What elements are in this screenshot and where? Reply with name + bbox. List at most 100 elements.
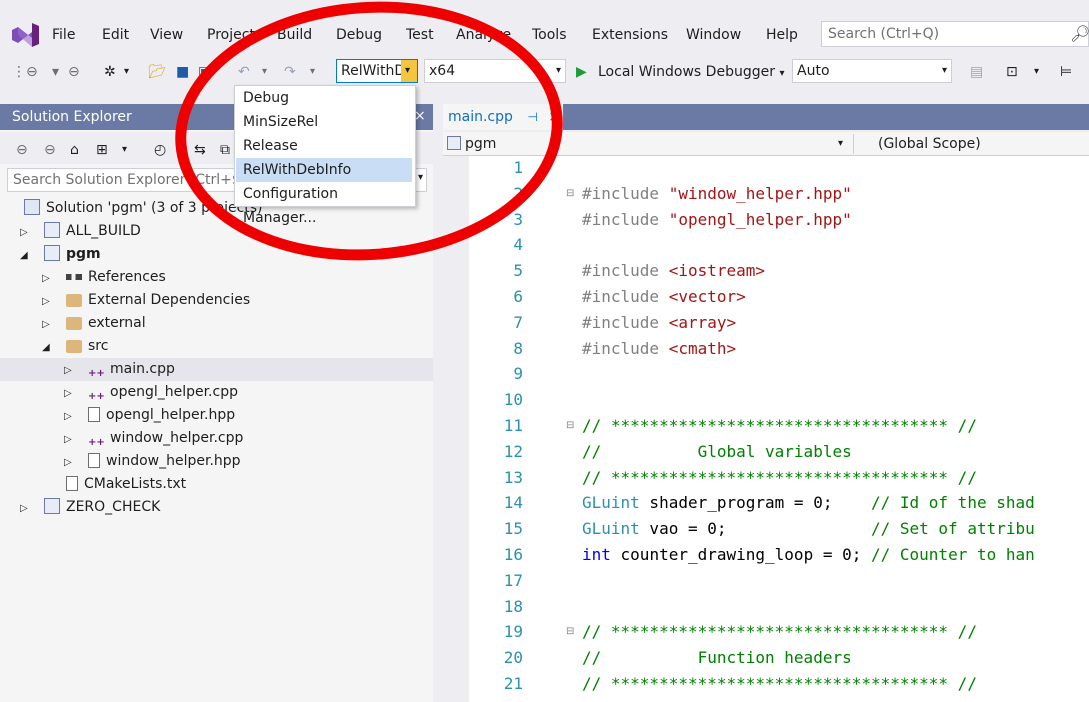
tree-item[interactable]: ◢ src <box>42 335 108 358</box>
back-dropdown-icon[interactable]: ▾ <box>52 61 59 83</box>
tree-item[interactable]: ▷ window_helper.hpp <box>64 450 241 473</box>
menu-test[interactable]: Test <box>406 26 434 44</box>
find-in-files-icon[interactable]: ▤ <box>970 61 983 83</box>
tree-item[interactable]: ▷ External Dependencies <box>42 289 250 312</box>
scope-navigation-combo[interactable]: (Global Scope) <box>860 132 1089 156</box>
back-icon[interactable]: ⊖ <box>26 61 38 83</box>
menu-project[interactable]: Project <box>207 26 255 44</box>
fold-toggle-icon[interactable]: ⊟ <box>566 188 574 199</box>
pin-icon[interactable]: ⊣ <box>527 110 537 124</box>
tree-item[interactable]: ▷ external <box>42 312 146 335</box>
redo-dropdown-icon[interactable]: ▾ <box>310 61 315 83</box>
expanded-arrow-icon[interactable]: ◢ <box>20 244 34 267</box>
collapsed-arrow-icon[interactable]: ▷ <box>42 267 56 290</box>
line-number: 21 <box>503 674 523 693</box>
collapsed-arrow-icon[interactable]: ▷ <box>64 451 78 474</box>
collapsed-arrow-icon[interactable]: ▷ <box>42 313 56 336</box>
menu-edit[interactable]: Edit <box>102 26 129 44</box>
code-line: #include "window_helper.hpp" <box>582 183 852 203</box>
tree-item[interactable]: ▷ ALL_BUILD <box>20 220 141 243</box>
visual-studio-logo-icon <box>12 23 39 47</box>
menu-analyze[interactable]: Analyze <box>456 26 511 44</box>
dropdown-item-debug[interactable]: Debug <box>236 86 412 110</box>
dropdown-item-minsizerel[interactable]: MinSizeRel <box>236 110 412 134</box>
configuration-dropdown-button[interactable]: ▾ <box>401 60 417 82</box>
fold-toggle-icon[interactable]: ⊟ <box>566 420 574 431</box>
save-icon[interactable]: ■ <box>176 61 189 83</box>
close-icon[interactable]: × <box>548 109 560 125</box>
search-input[interactable]: Search (Ctrl+Q) <box>821 21 1089 47</box>
collapse-all-icon[interactable]: ⧉ <box>220 139 230 161</box>
collapsed-arrow-icon[interactable]: ▷ <box>64 405 78 428</box>
tree-item[interactable]: ▷ ZERO_CHECK <box>20 496 160 519</box>
back-icon[interactable]: ⊖ <box>16 139 28 161</box>
platform-combo[interactable]: x64 ▾ <box>424 59 566 83</box>
switch-views-icon[interactable]: ⊞ <box>96 139 108 161</box>
search-icon[interactable]: 🔎︎ <box>1070 24 1089 43</box>
tree-item[interactable]: ▷ ++ opengl_helper.cpp <box>64 381 238 404</box>
tree-item[interactable]: ◢ pgm <box>20 243 101 266</box>
debugger-button[interactable]: Local Windows Debugger ▾ <box>598 61 784 83</box>
menu-help[interactable]: Help <box>766 26 798 44</box>
project-navigation-combo[interactable]: pgm ▾ <box>443 132 853 156</box>
chevron-down-icon: ▾ <box>941 65 947 76</box>
menu-build[interactable]: Build <box>277 26 312 44</box>
menu-file[interactable]: File <box>52 26 75 44</box>
new-project-dropdown-icon[interactable]: ▾ <box>124 61 129 83</box>
undo-icon[interactable]: ↶ <box>238 61 250 83</box>
line-number: 2 <box>513 183 523 203</box>
collapsed-arrow-icon[interactable]: ▷ <box>42 290 56 313</box>
fold-toggle-icon[interactable]: ⊟ <box>566 626 574 637</box>
menu-window[interactable]: Window <box>686 26 741 44</box>
save-all-icon[interactable]: ▣ <box>198 61 211 83</box>
solution-icon <box>24 199 40 215</box>
code-line: int counter_drawing_loop = 0; // Counter… <box>582 545 1035 564</box>
nav-project-name: pgm <box>465 136 497 152</box>
tab-main-cpp[interactable]: main.cpp ⊣ × <box>443 104 563 130</box>
tree-item-label: ZERO_CHECK <box>66 499 161 515</box>
collapsed-arrow-icon[interactable]: ▷ <box>64 428 78 451</box>
tree-item[interactable]: ▷ References <box>42 266 166 289</box>
tree-item[interactable]: ▷ ++ main.cpp <box>64 358 175 381</box>
new-project-icon[interactable]: ✲ <box>104 61 116 83</box>
expanded-arrow-icon[interactable]: ◢ <box>42 336 56 359</box>
menu-debug[interactable]: Debug <box>336 26 382 44</box>
pending-changes-icon[interactable]: ◴ <box>154 139 166 161</box>
tree-item[interactable]: ▷ ++ window_helper.cpp <box>64 427 243 450</box>
collapsed-arrow-icon[interactable]: ▷ <box>20 497 34 520</box>
tree-item[interactable]: Solution 'pgm' (3 of 3 projects) <box>24 197 263 220</box>
project-icon <box>44 222 60 238</box>
folder-icon <box>66 317 82 330</box>
forward-icon[interactable]: ⊖ <box>68 61 80 83</box>
collapsed-arrow-icon[interactable]: ▷ <box>64 382 78 405</box>
auto-combo[interactable]: Auto ▾ <box>792 59 952 83</box>
align-icon[interactable]: ⊨ <box>1060 61 1072 83</box>
play-icon[interactable]: ▶ <box>576 61 587 83</box>
tree-item[interactable]: ▷ opengl_helper.hpp <box>64 404 235 427</box>
forward-icon[interactable]: ⊖ <box>44 139 56 161</box>
sync-icon[interactable]: ⇆ <box>194 139 206 161</box>
configuration-combo[interactable]: RelWithD ▾ <box>336 59 418 83</box>
menu-tools[interactable]: Tools <box>532 26 567 44</box>
open-folder-icon[interactable]: 📂︎ <box>148 61 166 83</box>
collapsed-arrow-icon[interactable]: ▷ <box>64 359 78 382</box>
menu-view[interactable]: View <box>150 26 183 44</box>
collapsed-arrow-icon[interactable]: ▷ <box>20 221 34 244</box>
menu-extensions[interactable]: Extensions <box>592 26 668 44</box>
dropdown-item-release[interactable]: Release <box>236 134 412 158</box>
nav-scope-name: (Global Scope) <box>878 136 981 152</box>
switch-views-dropdown-icon[interactable]: ▾ <box>122 139 127 161</box>
toolbar-overflow-icon[interactable]: ▾ <box>1034 61 1039 83</box>
panel-splitter[interactable] <box>433 104 443 702</box>
home-icon[interactable]: ⌂ <box>70 139 79 161</box>
dropdown-item-configuration-manager[interactable]: Configuration Manager... <box>236 182 412 226</box>
tree-item-label: window_helper.hpp <box>106 453 241 469</box>
search-options-chevron-icon[interactable]: ▾ <box>418 172 423 183</box>
tree-item-label: window_helper.cpp <box>110 430 244 446</box>
undo-dropdown-icon[interactable]: ▾ <box>262 61 267 83</box>
dropdown-item-relwithdebinfo[interactable]: RelWithDebInfo <box>236 158 412 182</box>
line-number: 18 <box>503 596 523 616</box>
tree-item[interactable]: CMakeLists.txt <box>42 473 186 496</box>
window-icon[interactable]: ⊡ <box>1006 61 1018 83</box>
redo-icon[interactable]: ↷ <box>284 61 296 83</box>
